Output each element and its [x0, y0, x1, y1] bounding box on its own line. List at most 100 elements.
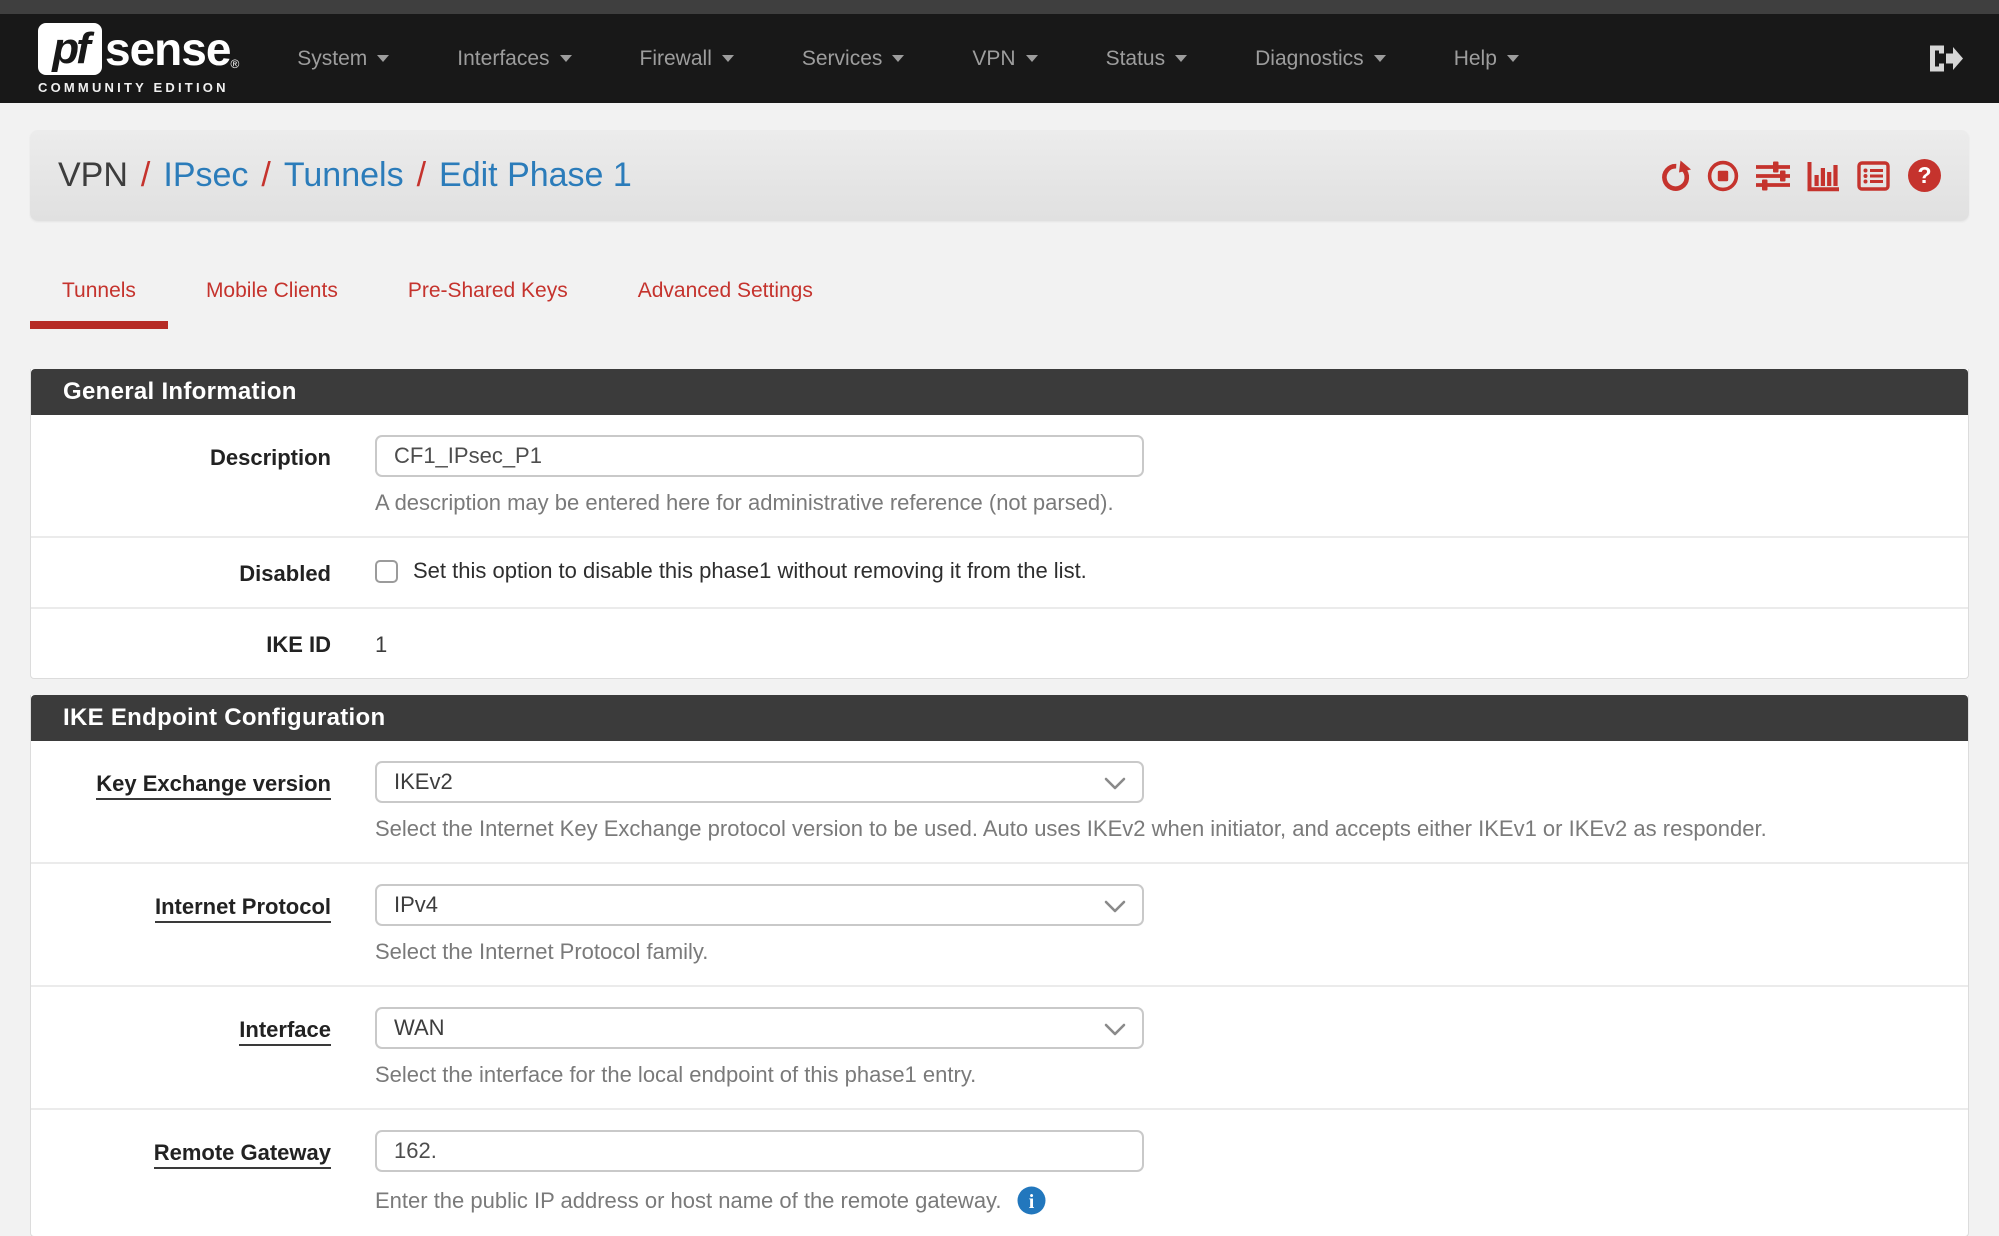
list-icon — [1856, 159, 1891, 193]
form-row-internet-protocol: Internet Protocol IPv4 Select the Intern… — [31, 864, 1968, 987]
chevron-down-icon — [1175, 55, 1187, 62]
bar-chart-icon — [1806, 159, 1841, 193]
form-row-key-exchange-version: Key Exchange version IKEv2 Select the In… — [31, 741, 1968, 864]
refresh-button[interactable] — [1657, 159, 1691, 193]
breadcrumb-separator: / — [141, 156, 150, 195]
stop-icon — [1706, 159, 1740, 193]
sliders-icon — [1755, 159, 1791, 193]
panel-general-information: General Information Description A descri… — [30, 369, 1969, 679]
ipsec-tabs: Tunnels Mobile Clients Pre-Shared Keys A… — [30, 271, 1969, 329]
interface-select[interactable]: WAN — [375, 1007, 1144, 1049]
remote-gateway-input[interactable] — [375, 1130, 1144, 1172]
sign-out-button[interactable] — [1915, 43, 1975, 74]
description-label: Description — [31, 435, 331, 516]
breadcrumb-link-edit-phase-1[interactable]: Edit Phase 1 — [439, 156, 632, 195]
breadcrumb-link-tunnels[interactable]: Tunnels — [284, 156, 404, 195]
form-row-remote-gateway: Remote Gateway Enter the public IP addre… — [31, 1110, 1968, 1236]
registered-mark: ® — [230, 57, 239, 71]
pfsense-logo[interactable]: pf sense ® COMMUNITY EDITION — [38, 23, 239, 95]
menu-item-label: Services — [802, 47, 883, 71]
svg-text:?: ? — [1917, 162, 1931, 188]
internet-protocol-select[interactable]: IPv4 — [375, 884, 1144, 926]
log-button[interactable] — [1856, 159, 1891, 193]
remote-gateway-help: Enter the public IP address or host name… — [375, 1185, 1968, 1216]
key-exchange-version-help: Select the Internet Key Exchange protoco… — [375, 816, 1968, 842]
menu-item-label: Diagnostics — [1255, 47, 1364, 71]
main-menu: System Interfaces Firewall Services VPN … — [263, 14, 1553, 103]
breadcrumb-link-ipsec[interactable]: IPsec — [163, 156, 248, 195]
tab-advanced-settings[interactable]: Advanced Settings — [606, 271, 845, 329]
internet-protocol-label: Internet Protocol — [31, 884, 331, 965]
form-row-description: Description A description may be entered… — [31, 415, 1968, 538]
selected-value: IKEv2 — [394, 769, 453, 795]
key-exchange-version-select[interactable]: IKEv2 — [375, 761, 1144, 803]
disabled-checkbox-label: Set this option to disable this phase1 w… — [413, 558, 1087, 584]
help-button[interactable]: ? — [1906, 157, 1943, 194]
menu-item-system[interactable]: System — [263, 14, 423, 103]
panel-title: IKE Endpoint Configuration — [31, 695, 1968, 741]
menu-item-label: Status — [1106, 47, 1166, 71]
menu-item-diagnostics[interactable]: Diagnostics — [1221, 14, 1420, 103]
menu-item-firewall[interactable]: Firewall — [606, 14, 768, 103]
refresh-icon — [1657, 159, 1691, 193]
key-exchange-version-label: Key Exchange version — [31, 761, 331, 842]
description-input[interactable] — [375, 435, 1144, 477]
chevron-down-icon — [1104, 1023, 1126, 1037]
sign-out-icon — [1927, 43, 1963, 74]
panel-ike-endpoint-configuration: IKE Endpoint Configuration Key Exchange … — [30, 695, 1969, 1236]
logo-subtitle: COMMUNITY EDITION — [38, 80, 239, 95]
menu-item-services[interactable]: Services — [768, 14, 939, 103]
info-button[interactable]: i — [1016, 1185, 1047, 1216]
chevron-down-icon — [722, 55, 734, 62]
form-row-ike-id: IKE ID 1 — [31, 609, 1968, 678]
window-top-strip — [0, 0, 1999, 14]
chevron-down-icon — [892, 55, 904, 62]
chevron-down-icon — [1104, 900, 1126, 914]
remote-gateway-help-text: Enter the public IP address or host name… — [375, 1188, 1002, 1214]
ike-id-label: IKE ID — [31, 629, 331, 658]
chevron-down-icon — [1104, 777, 1126, 791]
status-graph-button[interactable] — [1806, 159, 1841, 193]
ike-id-value: 1 — [375, 629, 1968, 658]
tab-mobile-clients[interactable]: Mobile Clients — [174, 271, 370, 329]
menu-item-vpn[interactable]: VPN — [938, 14, 1071, 103]
chevron-down-icon — [560, 55, 572, 62]
menu-item-help[interactable]: Help — [1420, 14, 1553, 103]
menu-item-label: Help — [1454, 47, 1497, 71]
selected-value: IPv4 — [394, 892, 438, 918]
breadcrumb-separator: / — [417, 156, 426, 195]
chevron-down-icon — [1507, 55, 1519, 62]
menu-item-interfaces[interactable]: Interfaces — [423, 14, 605, 103]
menu-item-label: VPN — [972, 47, 1015, 71]
menu-item-label: Firewall — [640, 47, 712, 71]
selected-value: WAN — [394, 1015, 445, 1041]
sliders-button[interactable] — [1755, 159, 1791, 193]
remote-gateway-label: Remote Gateway — [31, 1130, 331, 1216]
internet-protocol-help: Select the Internet Protocol family. — [375, 939, 1968, 965]
breadcrumb-root: VPN — [58, 156, 128, 195]
menu-item-label: Interfaces — [457, 47, 549, 71]
disabled-label: Disabled — [31, 558, 331, 587]
tab-pre-shared-keys[interactable]: Pre-Shared Keys — [376, 271, 600, 329]
chevron-down-icon — [1026, 55, 1038, 62]
pfsense-logo-mark: pf — [38, 23, 102, 75]
breadcrumb-separator: / — [261, 156, 270, 195]
interface-help: Select the interface for the local endpo… — [375, 1062, 1968, 1088]
breadcrumb: VPN / IPsec / Tunnels / Edit Phase 1 — [58, 156, 632, 195]
svg-text:i: i — [1028, 1191, 1034, 1213]
disabled-checkbox[interactable] — [375, 560, 398, 583]
pfsense-logo-name: sense — [105, 26, 230, 72]
description-help: A description may be entered here for ad… — [375, 490, 1968, 516]
tab-tunnels[interactable]: Tunnels — [30, 271, 168, 329]
stop-button[interactable] — [1706, 159, 1740, 193]
form-row-disabled: Disabled Set this option to disable this… — [31, 538, 1968, 609]
menu-item-status[interactable]: Status — [1072, 14, 1222, 103]
page-action-icons: ? — [1657, 157, 1943, 194]
chevron-down-icon — [1374, 55, 1386, 62]
panel-title: General Information — [31, 369, 1968, 415]
chevron-down-icon — [377, 55, 389, 62]
top-navbar: pf sense ® COMMUNITY EDITION System Inte… — [0, 0, 1999, 103]
interface-label: Interface — [31, 1007, 331, 1088]
menu-item-label: System — [297, 47, 367, 71]
form-row-interface: Interface WAN Select the interface for t… — [31, 987, 1968, 1110]
